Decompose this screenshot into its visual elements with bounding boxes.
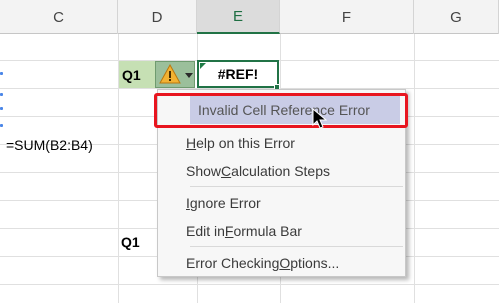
- column-header-f[interactable]: F: [280, 0, 414, 34]
- menu-label-accelerator: C: [221, 163, 232, 179]
- column-header-g[interactable]: G: [414, 0, 499, 34]
- cell-e-error-value: #REF!: [217, 66, 259, 82]
- menu-label-accelerator: H: [186, 135, 197, 151]
- row-marker: [0, 107, 3, 110]
- menu-item-edit-in-formula-bar[interactable]: Edit in Formula Bar: [186, 218, 302, 244]
- row-marker: [0, 124, 3, 127]
- menu-label-part: Error Checking: [186, 255, 280, 271]
- chevron-down-icon: [185, 73, 193, 78]
- menu-item-error-checking-options[interactable]: Error Checking Options...: [186, 250, 339, 276]
- row-marker: [0, 72, 3, 75]
- mouse-cursor-icon: [312, 108, 328, 129]
- menu-item-show-calculation-steps[interactable]: Show Calculation Steps: [186, 158, 330, 184]
- menu-label-part: ptions...: [290, 255, 340, 271]
- menu-item-help-on-this-error[interactable]: Help on this Error: [186, 130, 295, 156]
- grid-line: [0, 284, 499, 285]
- menu-label-accelerator: O: [279, 255, 291, 271]
- cell-d-q1[interactable]: Q1: [119, 61, 155, 88]
- menu-label-part: alculation Steps: [231, 163, 330, 179]
- menu-label-part: elp on this Error: [196, 135, 295, 151]
- cell-d-q1-lower[interactable]: Q1: [121, 231, 161, 253]
- warning-icon: [159, 63, 181, 84]
- cell-c-formula[interactable]: =SUM(B2:B4): [6, 134, 121, 156]
- menu-label-part: Show: [186, 163, 222, 179]
- menu-separator: [190, 246, 403, 247]
- column-header-e[interactable]: E: [197, 0, 280, 34]
- row-marker: [0, 93, 3, 96]
- menu-label-part: Edit in: [186, 223, 225, 239]
- highlight-annotation-box: [154, 93, 408, 128]
- column-header-d[interactable]: D: [118, 0, 197, 34]
- grid-line: [414, 34, 415, 303]
- column-header-c[interactable]: C: [0, 0, 118, 34]
- menu-item-ignore-error[interactable]: Ignore Error: [186, 190, 261, 216]
- menu-label-part: gnore Error: [189, 195, 261, 211]
- menu-label-accelerator: F: [224, 223, 234, 239]
- menu-label-part: ormula Bar: [233, 223, 302, 239]
- menu-separator: [190, 186, 403, 187]
